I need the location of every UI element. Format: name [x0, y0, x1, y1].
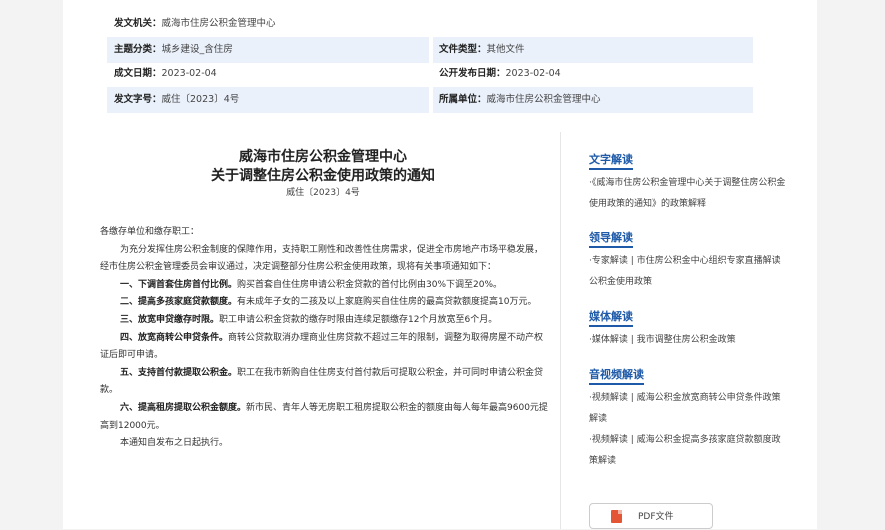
meta-doc-type: 文件类型：其他文件 — [439, 37, 749, 63]
page: 发文机关：威海市住房公积金管理中心 主题分类：城乡建设_含住房 文件类型：其他文… — [63, 0, 817, 529]
meta-row-issuer: 发文机关：威海市住房公积金管理中心 — [107, 11, 753, 37]
policy-item-3-head: 三、放宽申贷缴存时限。 — [120, 314, 220, 325]
policy-item-4: 四、放宽商转公申贷条件。商转公贷款取消办理商业住房贷款不超过三年的限制，调整为取… — [100, 330, 548, 365]
meta-subject-value: 城乡建设_含住房 — [161, 44, 233, 55]
meta-created-value: 2023-02-04 — [161, 68, 217, 79]
sidebar-link-video-2[interactable]: ·视频解读 | 威海公积金提高多孩家庭贷款额度政策解读 — [589, 430, 789, 472]
policy-item-6-head: 六、提高租房提取公积金额度。 — [120, 402, 247, 413]
meta-row-dates: 成文日期：2023-02-04 公开发布日期：2023-02-04 — [107, 61, 753, 87]
meta-created-label: 成文日期： — [114, 68, 162, 79]
meta-published-label: 公开发布日期： — [439, 68, 506, 79]
sidebar-heading-text[interactable]: 文字解读 — [589, 152, 633, 170]
greeting: 各缴存单位和缴存职工： — [100, 227, 200, 237]
meta-subject: 主题分类：城乡建设_含住房 — [114, 37, 424, 63]
policy-item-1: 一、下调首套住房首付比例。购买首套自住住房申请公积金贷款的首付比例由30%下调至… — [100, 277, 548, 295]
meta-issuer-label: 发文机关： — [114, 18, 162, 29]
sidebar-heading-video[interactable]: 音视频解读 — [589, 367, 644, 385]
meta-issuer-value: 威海市住房公积金管理中心 — [161, 18, 276, 29]
sidebar-heading-media[interactable]: 媒体解读 — [589, 309, 633, 327]
meta-dept: 所属单位：威海市住房公积金管理中心 — [439, 87, 749, 113]
sidebar-link-leader-1[interactable]: ·专家解读 | 市住房公积金中心组织专家直播解读公积金使用政策 — [589, 251, 789, 293]
policy-item-4-head: 四、放宽商转公申贷条件。 — [120, 332, 229, 343]
meta-row-docno: 发文字号：威住〔2023〕4号 所属单位：威海市住房公积金管理中心 — [107, 87, 753, 113]
meta-subject-label: 主题分类： — [114, 44, 162, 55]
document-header: 威海市住房公积金管理中心 关于调整住房公积金使用政策的通知 威住〔2023〕4号 — [98, 148, 548, 199]
intro-paragraph: 为充分发挥住房公积金制度的保障作用，支持职工刚性和改善性住房需求，促进全市房地产… — [100, 244, 544, 273]
meta-dept-label: 所属单位： — [439, 94, 487, 105]
policy-item-3: 三、放宽申贷缴存时限。职工申请公积金贷款的缴存时限由连续足额缴存12个月放宽至6… — [100, 312, 548, 330]
sidebar-heading-leader[interactable]: 领导解读 — [589, 230, 633, 248]
meta-doc-no-value: 威住〔2023〕4号 — [161, 94, 240, 105]
closing: 本通知自发布之日起执行。 — [120, 438, 229, 449]
sidebar-link-text-1[interactable]: ·《威海市住房公积金管理中心关于调整住房公积金使用政策的通知》的政策解释 — [589, 173, 789, 215]
meta-doc-type-label: 文件类型： — [439, 44, 487, 55]
meta-published: 公开发布日期：2023-02-04 — [439, 61, 749, 87]
policy-item-6: 六、提高租房提取公积金额度。新市民、青年人等无房职工租房提取公积金的额度由每人每… — [100, 400, 548, 435]
document-number: 威住〔2023〕4号 — [286, 188, 360, 198]
policy-item-5: 五、支持首付款提取公积金。职工在我市新购自住住房支付首付款后可提取公积金，并可同… — [100, 365, 548, 400]
pdf-download-button[interactable]: PDF文件 — [589, 503, 713, 529]
sidebar-link-video-1[interactable]: ·视频解读 | 威海公积金放宽商转公申贷条件政策解读 — [589, 388, 789, 430]
interpretation-sidebar: 文字解读 ·《威海市住房公积金管理中心关于调整住房公积金使用政策的通知》的政策解… — [589, 148, 789, 472]
pdf-file-icon — [611, 510, 622, 523]
column-divider — [560, 132, 561, 529]
policy-item-5-head: 五、支持首付款提取公积金。 — [120, 367, 238, 378]
meta-published-value: 2023-02-04 — [505, 68, 561, 79]
sidebar-link-media-1[interactable]: ·媒体解读 | 我市调整住房公积金政策 — [589, 330, 789, 351]
meta-doc-type-value: 其他文件 — [486, 44, 525, 55]
policy-item-3-text: 职工申请公积金贷款的缴存时限由连续足额缴存12个月放宽至6个月。 — [219, 314, 498, 325]
policy-item-2-text: 有未成年子女的二孩及以上家庭购买自住住房的最高贷款额度提高10万元。 — [237, 297, 537, 308]
meta-dept-value: 威海市住房公积金管理中心 — [486, 94, 601, 105]
meta-doc-no-label: 发文字号： — [114, 94, 162, 105]
meta-doc-no: 发文字号：威住〔2023〕4号 — [114, 87, 424, 113]
meta-created: 成文日期：2023-02-04 — [114, 61, 424, 87]
document-title-line2: 关于调整住房公积金使用政策的通知 — [211, 168, 435, 184]
policy-item-2: 二、提高多孩家庭贷款额度。有未成年子女的二孩及以上家庭购买自住住房的最高贷款额度… — [100, 294, 548, 312]
policy-item-1-head: 一、下调首套住房首付比例。 — [120, 279, 238, 290]
policy-item-2-head: 二、提高多孩家庭贷款额度。 — [120, 297, 238, 308]
meta-row-subject: 主题分类：城乡建设_含住房 文件类型：其他文件 — [107, 37, 753, 63]
policy-item-1-text: 购买首套自住住房申请公积金贷款的首付比例由30%下调至20%。 — [237, 279, 503, 290]
pdf-download-label: PDF文件 — [638, 512, 674, 522]
document-title-line1: 威海市住房公积金管理中心 — [239, 149, 407, 165]
meta-issuer: 发文机关：威海市住房公积金管理中心 — [114, 11, 424, 37]
document-body: 各缴存单位和缴存职工： 为充分发挥住房公积金制度的保障作用，支持职工刚性和改善性… — [100, 224, 548, 453]
